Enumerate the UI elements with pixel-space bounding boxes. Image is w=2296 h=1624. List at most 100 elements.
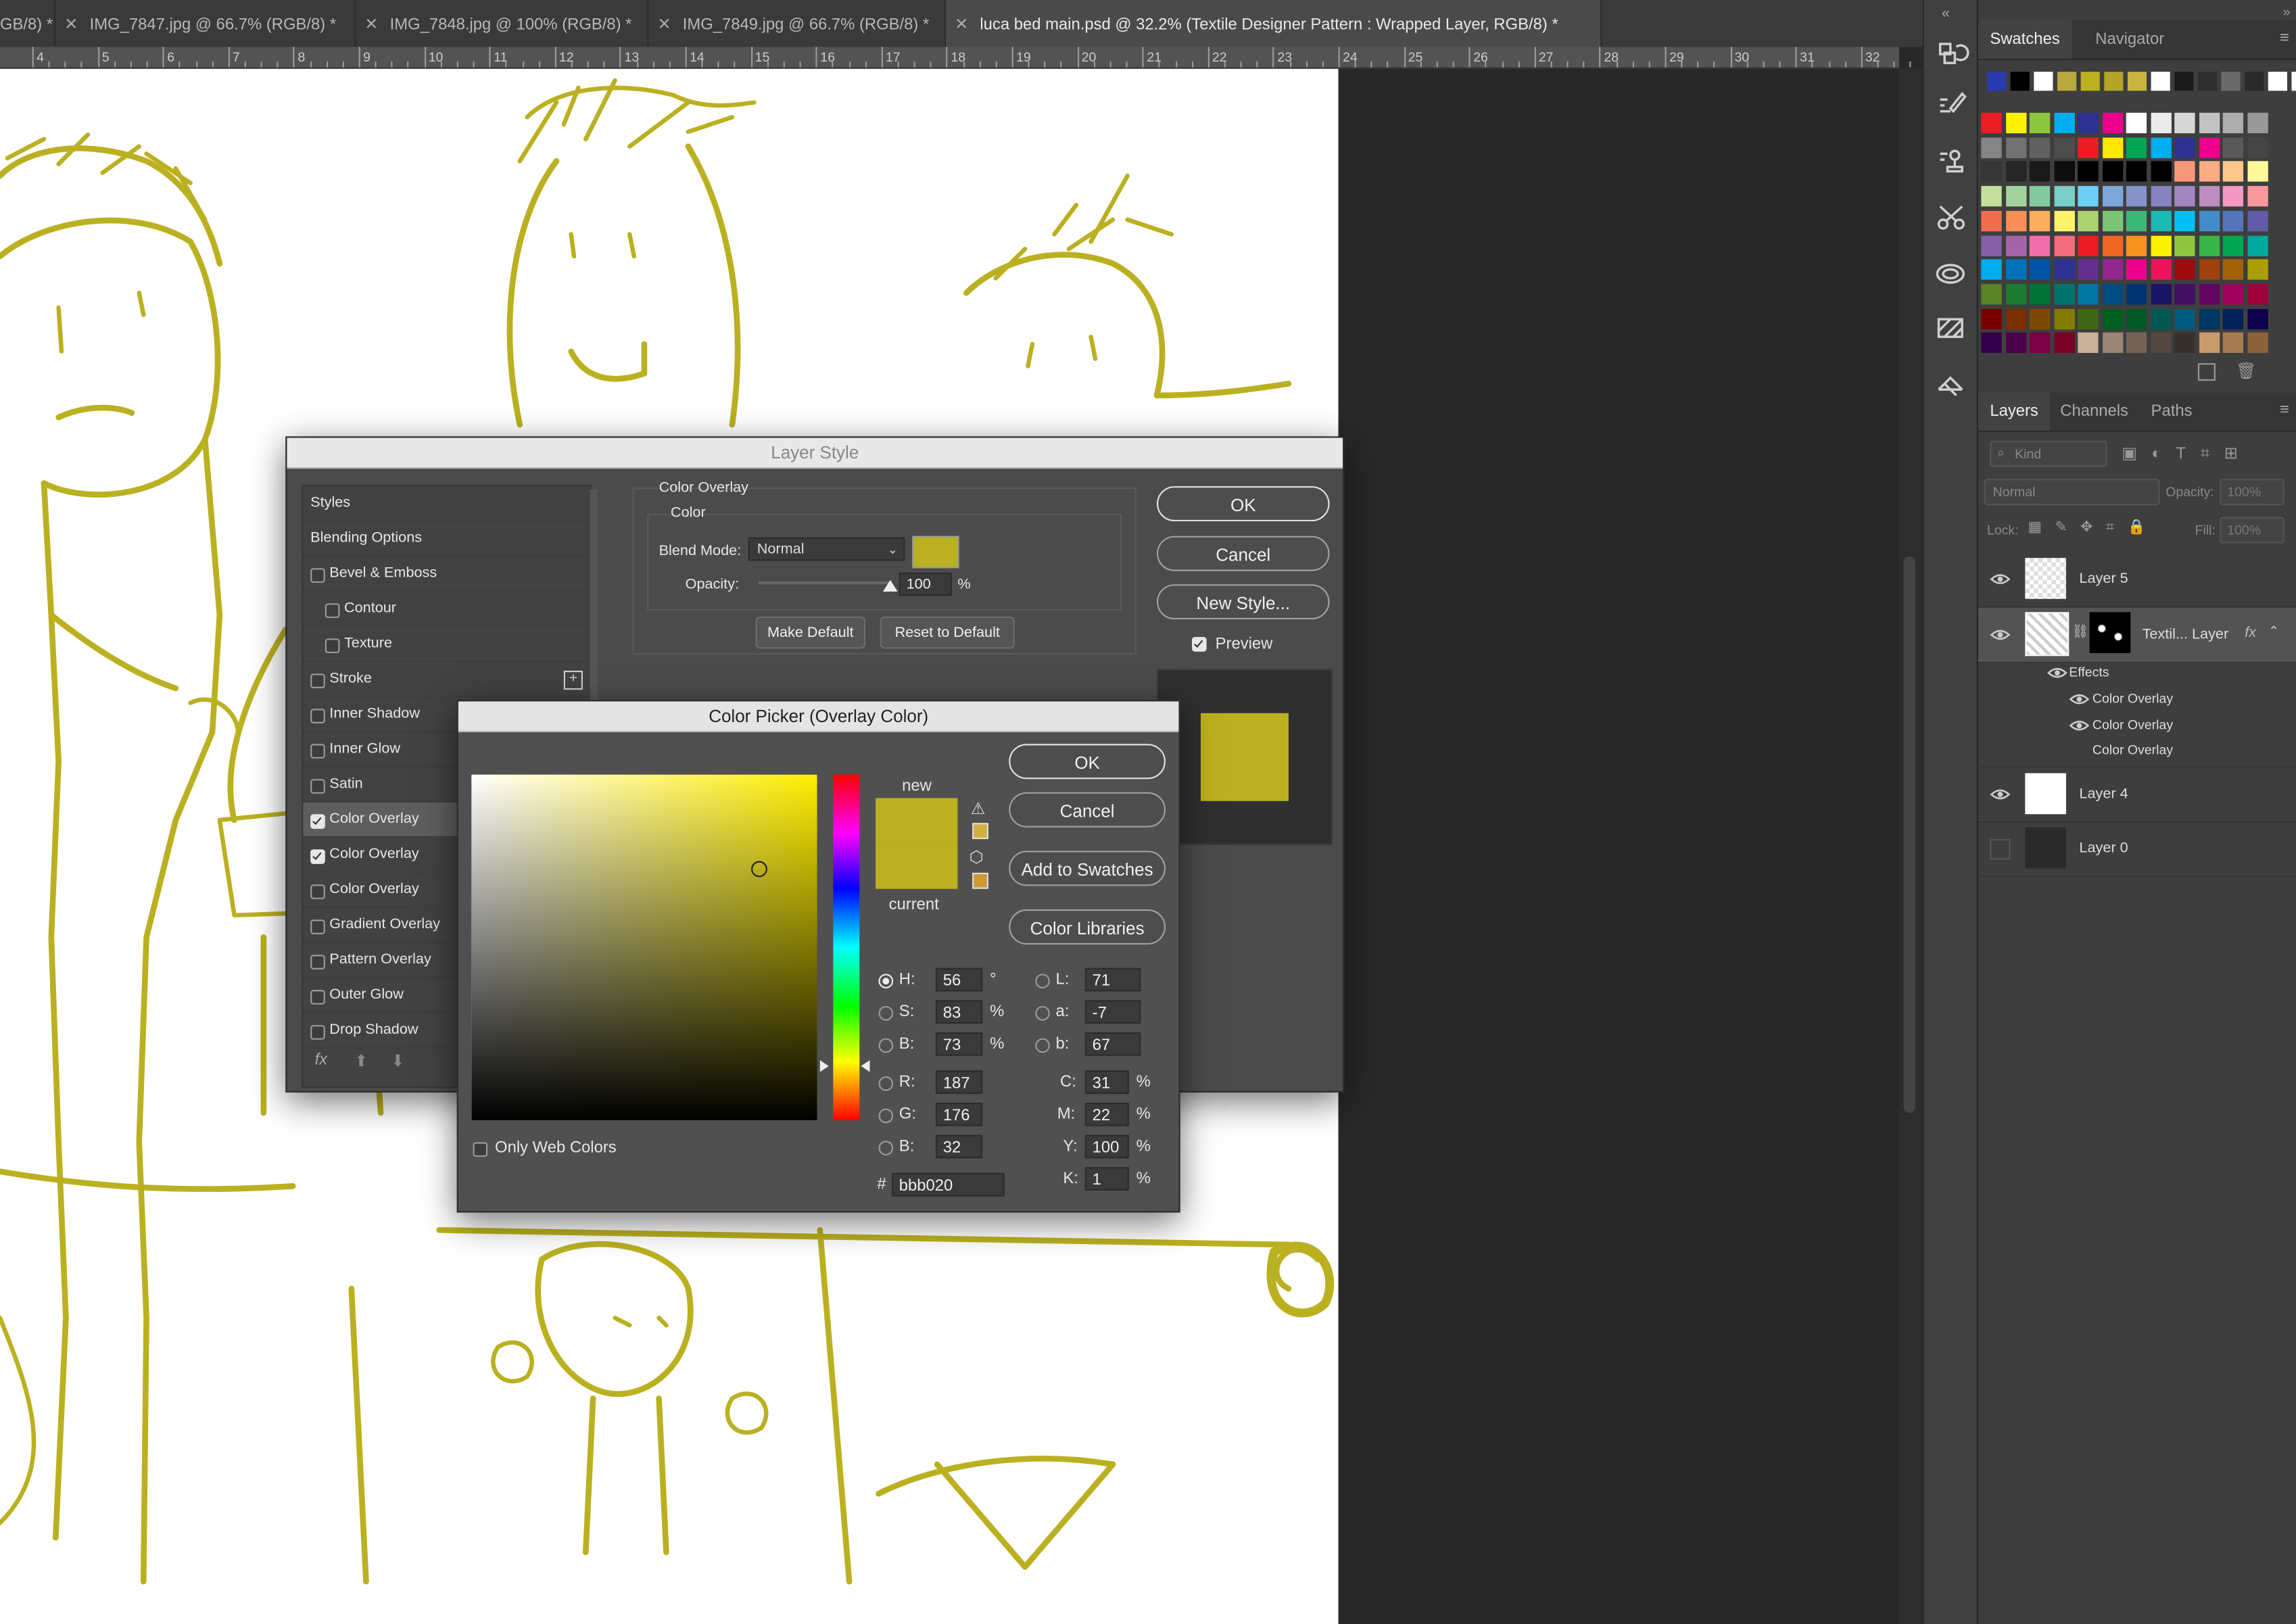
swatch[interactable] xyxy=(2102,259,2123,281)
swatch[interactable] xyxy=(2222,283,2244,305)
swatch[interactable] xyxy=(2247,210,2268,231)
swatch[interactable] xyxy=(2247,283,2268,305)
swatch[interactable] xyxy=(2247,112,2268,134)
eye-icon[interactable] xyxy=(2069,692,2090,705)
hue-input[interactable]: 56 xyxy=(935,968,983,992)
close-icon[interactable]: ✕ xyxy=(955,16,968,34)
hue-arrow-left[interactable] xyxy=(819,1060,829,1073)
document-tab-img7849[interactable]: ✕ IMG_7849.jpg @ 66.7% (RGB/8) * xyxy=(648,0,947,47)
swatch[interactable] xyxy=(2005,308,2026,329)
radio-red[interactable] xyxy=(878,1076,894,1091)
new-swatch-icon[interactable] xyxy=(2197,363,2216,381)
swatch[interactable] xyxy=(1981,210,2002,231)
swatch[interactable] xyxy=(1981,162,2002,183)
document-tab-img7847[interactable]: ✕ IMG_7847.jpg @ 66.7% (RGB/8) * xyxy=(55,0,356,47)
layer-row-layer5[interactable]: Layer 5 xyxy=(1978,552,2296,608)
swatch[interactable] xyxy=(2247,235,2268,256)
recent-swatch[interactable] xyxy=(2010,72,2030,91)
style-item[interactable]: Stroke + xyxy=(303,662,588,697)
swatch[interactable] xyxy=(2174,283,2195,305)
close-icon[interactable]: ✕ xyxy=(364,16,378,34)
radio-lightness[interactable] xyxy=(1035,974,1050,988)
swatch[interactable] xyxy=(1981,283,2002,305)
cancel-button[interactable]: Cancel xyxy=(1156,535,1330,571)
blue-input[interactable]: 32 xyxy=(935,1135,983,1159)
opacity-input[interactable]: 100 xyxy=(899,572,952,596)
history-icon[interactable] xyxy=(1924,32,1978,76)
swatch[interactable] xyxy=(2126,112,2147,134)
swatch[interactable] xyxy=(1981,333,2002,354)
swatch[interactable] xyxy=(2126,210,2147,231)
hex-input[interactable]: bbb020 xyxy=(891,1172,1005,1197)
swatch[interactable] xyxy=(2126,137,2147,158)
brush-settings-icon[interactable] xyxy=(1924,85,1978,129)
swatch[interactable] xyxy=(2198,308,2220,329)
opacity-field[interactable]: 100% xyxy=(2220,479,2285,506)
reset-to-default-button[interactable]: Reset to Default xyxy=(880,616,1015,649)
swatch[interactable] xyxy=(2174,235,2195,256)
swatch[interactable] xyxy=(2078,235,2099,256)
patterns-icon[interactable] xyxy=(1924,308,1978,352)
brightness-input[interactable]: 73 xyxy=(935,1032,983,1056)
style-item[interactable]: Blending Options xyxy=(303,521,588,557)
new-style-button[interactable]: New Style... xyxy=(1156,584,1330,620)
swatch[interactable] xyxy=(2102,235,2123,256)
swatch[interactable] xyxy=(2005,283,2026,305)
swatch[interactable] xyxy=(2222,210,2244,231)
swatch[interactable] xyxy=(2222,235,2244,256)
visibility-toggle[interactable] xyxy=(1990,839,2011,860)
swatch[interactable] xyxy=(2005,162,2026,183)
swatch[interactable] xyxy=(2005,235,2026,256)
recent-swatch[interactable] xyxy=(2057,72,2077,91)
collapse-icon[interactable]: « xyxy=(1942,6,1950,22)
swatch[interactable] xyxy=(2174,162,2195,183)
swatch[interactable] xyxy=(2174,137,2195,158)
b-input[interactable]: 67 xyxy=(1084,1032,1141,1056)
out-of-gamut-warning-icon[interactable]: ⚠ xyxy=(971,800,985,819)
style-item[interactable]: Texture xyxy=(303,627,588,662)
swatch[interactable] xyxy=(2053,112,2074,134)
fill-field[interactable]: 100% xyxy=(2220,517,2285,544)
swatch[interactable] xyxy=(2029,283,2051,305)
swatch[interactable] xyxy=(2078,308,2099,329)
recent-swatch[interactable] xyxy=(2151,72,2170,91)
swatch[interactable] xyxy=(2174,259,2195,281)
only-web-colors-checkbox[interactable] xyxy=(473,1142,488,1157)
eye-icon[interactable] xyxy=(2047,666,2067,679)
style-checkbox[interactable] xyxy=(310,849,325,864)
swatch[interactable] xyxy=(2102,283,2123,305)
style-item[interactable]: Contour xyxy=(303,592,588,627)
effect-color-overlay[interactable]: Color Overlay xyxy=(2092,717,2173,732)
radio-blue[interactable] xyxy=(878,1141,894,1155)
swatch[interactable] xyxy=(2126,162,2147,183)
gamut-color-swatch[interactable] xyxy=(972,823,988,840)
overlay-color-swatch[interactable] xyxy=(912,535,959,569)
document-tab-0[interactable]: GB/8) * xyxy=(0,0,56,47)
lightness-input[interactable]: 71 xyxy=(1084,968,1141,992)
effects-label[interactable]: Effects xyxy=(2069,665,2109,679)
swatch[interactable] xyxy=(2174,210,2195,231)
swatch[interactable] xyxy=(2198,112,2220,134)
swatch[interactable] xyxy=(2198,235,2220,256)
yellow-input[interactable]: 100 xyxy=(1084,1135,1129,1159)
swatch[interactable] xyxy=(1981,259,2002,281)
tab-navigator[interactable]: Navigator xyxy=(2084,20,2176,58)
swatch[interactable] xyxy=(2198,283,2220,305)
swatch[interactable] xyxy=(2005,186,2026,207)
recent-swatch[interactable] xyxy=(2174,72,2194,91)
swatch[interactable] xyxy=(2102,210,2123,231)
red-input[interactable]: 187 xyxy=(935,1070,983,1094)
move-down-icon[interactable]: ⬇ xyxy=(391,1051,404,1070)
hue-slider[interactable] xyxy=(833,774,860,1120)
layer-row-textile[interactable]: ⛓ Textil... Layer fx ⌃ xyxy=(1978,607,2296,664)
swatch[interactable] xyxy=(2029,210,2051,231)
tab-channels[interactable]: Channels xyxy=(2049,392,2140,430)
magenta-input[interactable]: 22 xyxy=(1084,1102,1129,1126)
cancel-button[interactable]: Cancel xyxy=(1009,792,1166,828)
swatch[interactable] xyxy=(2222,186,2244,207)
add-to-swatches-button[interactable]: Add to Swatches xyxy=(1009,851,1166,886)
close-icon[interactable]: ✕ xyxy=(64,16,78,34)
current-color-swatch[interactable] xyxy=(876,843,958,889)
style-checkbox[interactable] xyxy=(325,638,340,653)
style-checkbox[interactable] xyxy=(310,779,325,794)
